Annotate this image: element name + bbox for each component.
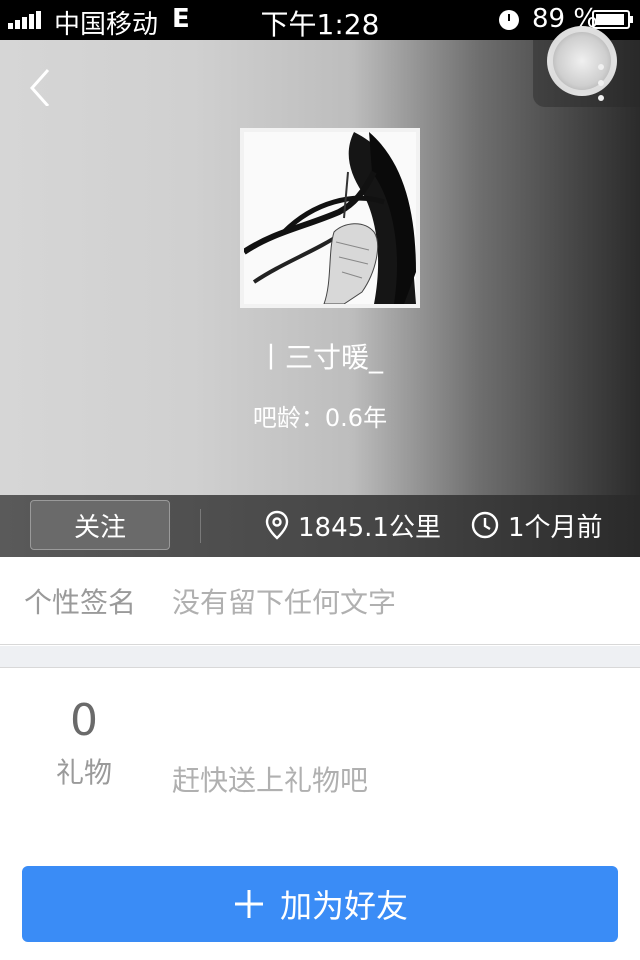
battery-icon bbox=[592, 10, 633, 29]
distance: 1845.1公里 bbox=[264, 505, 441, 545]
last-active-value: 1个月前 bbox=[508, 512, 603, 543]
follow-button[interactable]: 关注 bbox=[30, 500, 170, 550]
section-separator bbox=[0, 646, 640, 668]
gift-label: 礼物 bbox=[55, 756, 112, 789]
signature-label: 个性签名 bbox=[24, 586, 137, 619]
avatar-image bbox=[244, 132, 416, 304]
avatar[interactable] bbox=[240, 128, 420, 308]
location-pin-icon bbox=[265, 510, 289, 540]
distance-value: 1845.1公里 bbox=[298, 512, 441, 543]
plus-icon bbox=[234, 890, 263, 918]
user-name: 丨三寸暖_ bbox=[256, 341, 383, 374]
signature-value: 没有留下任何文字 bbox=[172, 586, 397, 619]
info-bar: 关注 1845.1公里 1个月前 bbox=[0, 495, 640, 557]
divider bbox=[200, 509, 201, 543]
assistive-touch-button[interactable] bbox=[533, 26, 640, 107]
add-friend-button[interactable]: 加为好友 bbox=[22, 866, 618, 942]
status-bar: 中国移动 E 下午1:28 89 % bbox=[0, 0, 640, 41]
back-icon[interactable] bbox=[26, 66, 66, 106]
gift-hint: 赶快送上礼物吧 bbox=[172, 764, 369, 797]
profile-header: 丨三寸暖_ 吧龄：0.6年 bbox=[0, 26, 640, 495]
gift-count: 0 bbox=[70, 695, 98, 746]
add-friend-label: 加为好友 bbox=[279, 888, 408, 924]
last-active: 1个月前 bbox=[470, 505, 603, 545]
alarm-icon bbox=[499, 10, 519, 30]
user-age: 吧龄：0.6年 bbox=[252, 404, 388, 432]
signature-row: 个性签名 没有留下任何文字 bbox=[0, 557, 640, 645]
clock-icon bbox=[471, 511, 499, 539]
gifts-section[interactable]: 0 礼物 赶快送上礼物吧 bbox=[0, 669, 640, 849]
